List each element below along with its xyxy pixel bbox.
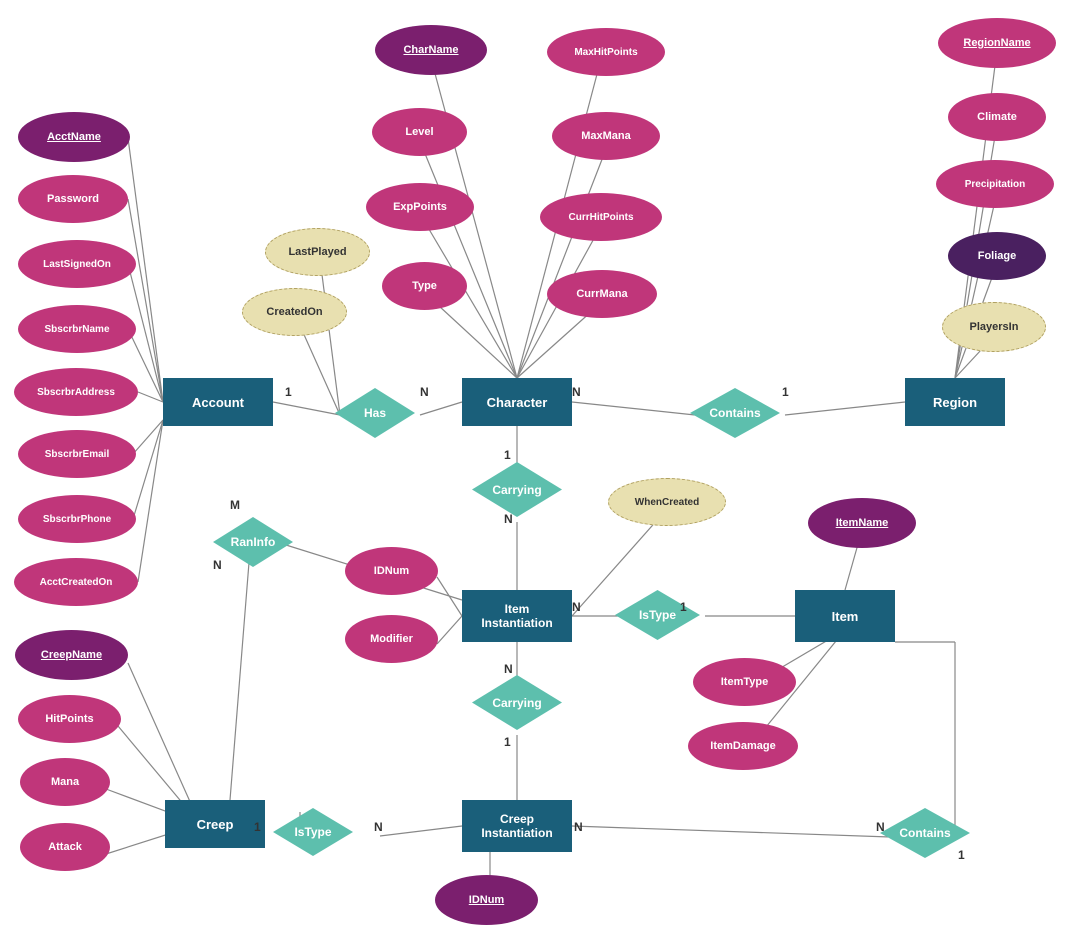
contains2-rel: Contains [880, 808, 970, 858]
exppoints-attr: ExpPoints [366, 183, 474, 231]
card-m-raninfo: M [230, 498, 240, 512]
istype1-rel: IsType [615, 590, 700, 640]
card-n-has: N [420, 385, 429, 399]
carrying2-rel: Carrying [472, 675, 562, 730]
acctname-attr: AcctName [18, 112, 130, 162]
level-attr: Level [372, 108, 467, 156]
raninfo-rel: RanInfo [213, 517, 293, 567]
has-rel: Has [335, 388, 415, 438]
card-n-istype2: N [374, 820, 383, 834]
password-attr: Password [18, 175, 128, 223]
creep-inst-label: Creep Instantiation [481, 812, 552, 840]
lastplayed-attr: LastPlayed [265, 228, 370, 276]
item-label: Item [832, 609, 859, 624]
maxmana-attr: MaxMana [552, 112, 660, 160]
regionname-attr: RegionName [938, 18, 1056, 68]
region-label: Region [933, 395, 977, 410]
card-1-carrying2: 1 [504, 735, 511, 749]
card-1-carrying1: 1 [504, 448, 511, 462]
account-label: Account [192, 395, 244, 410]
region-entity: Region [905, 378, 1005, 426]
card-1-istype2: 1 [254, 820, 261, 834]
createdon-attr: CreatedOn [242, 288, 347, 336]
card-1-istype1: 1 [680, 600, 687, 614]
card-n-creepinst: N [574, 820, 583, 834]
whencreated-attr: WhenCreated [608, 478, 726, 526]
item-inst-entity: Item Instantiation [462, 590, 572, 642]
idnum2-attr: IDNum [435, 875, 538, 925]
card-n-raninfo: N [213, 558, 222, 572]
sbscrbraddress-attr: SbscrbrAddress [14, 368, 138, 416]
mana-attr: Mana [20, 758, 110, 806]
creep-inst-entity: Creep Instantiation [462, 800, 572, 852]
card-n-contains1: N [572, 385, 581, 399]
idnum1-attr: IDNum [345, 547, 438, 595]
creepname-attr: CreepName [15, 630, 128, 680]
item-inst-label: Item Instantiation [481, 602, 552, 630]
card-1-contains2: 1 [958, 848, 965, 862]
character-label: Character [487, 395, 548, 410]
card-1-has: 1 [285, 385, 292, 399]
modifier-attr: Modifier [345, 615, 438, 663]
foliage-attr: Foliage [948, 232, 1046, 280]
playersin-attr: PlayersIn [942, 302, 1046, 352]
hitpoints-attr: HitPoints [18, 695, 121, 743]
card-n-carrying2: N [504, 662, 513, 676]
card-n-istype1: N [572, 600, 581, 614]
character-entity: Character [462, 378, 572, 426]
itemtype-attr: ItemType [693, 658, 796, 706]
currhitpoints-attr: CurrHitPoints [540, 193, 662, 241]
sbscrbrname-attr: SbscrbrName [18, 305, 136, 353]
creep-entity: Creep [165, 800, 265, 848]
acctcreatedon-attr: AcctCreatedOn [14, 558, 138, 606]
sbscrbremail-attr: SbscrbrEmail [18, 430, 136, 478]
attack-attr: Attack [20, 823, 110, 871]
contains1-rel: Contains [690, 388, 780, 438]
card-n-carrying1: N [504, 512, 513, 526]
account-entity: Account [163, 378, 273, 426]
card-n-contains2: N [876, 820, 885, 834]
precipitation-attr: Precipitation [936, 160, 1054, 208]
currmana-attr: CurrMana [547, 270, 657, 318]
itemname-attr: ItemName [808, 498, 916, 548]
istype2-rel: IsType [273, 808, 353, 856]
card-1-contains1: 1 [782, 385, 789, 399]
carrying1-rel: Carrying [472, 462, 562, 517]
climate-attr: Climate [948, 93, 1046, 141]
maxhitpoints-attr: MaxHitPoints [547, 28, 665, 76]
charname-attr: CharName [375, 25, 487, 75]
item-entity: Item [795, 590, 895, 642]
itemdamage-attr: ItemDamage [688, 722, 798, 770]
lastsignedon-attr: LastSignedOn [18, 240, 136, 288]
creep-label: Creep [197, 817, 234, 832]
type-attr: Type [382, 262, 467, 310]
sbscrbrphone-attr: SbscrbrPhone [18, 495, 136, 543]
